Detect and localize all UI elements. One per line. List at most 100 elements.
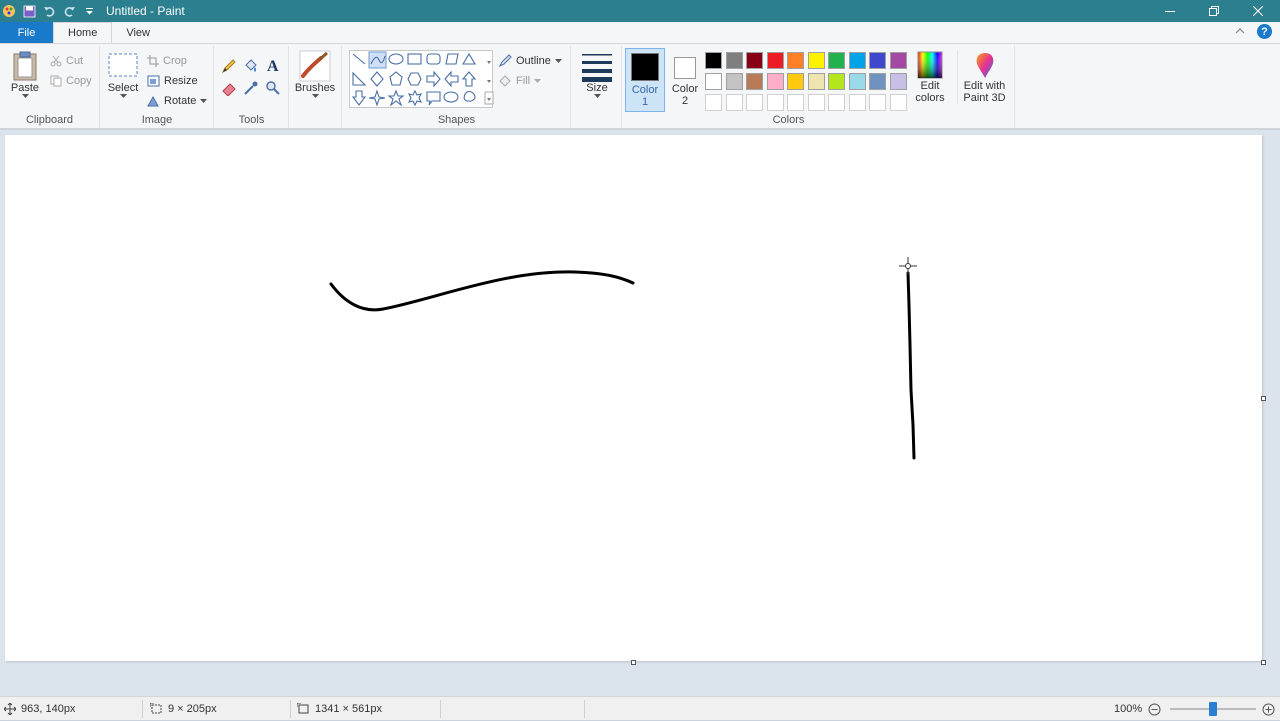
custom-color-slot[interactable] <box>848 94 866 111</box>
resize-button[interactable]: Resize <box>147 72 198 90</box>
four-point-star-shape-icon[interactable] <box>368 89 386 107</box>
outline-button[interactable]: Outline <box>498 52 562 70</box>
edit-colors-button[interactable]: Edit colors <box>913 50 947 104</box>
image-group-label: Image <box>141 114 173 126</box>
palette-color-swatch[interactable] <box>807 52 825 69</box>
left-arrow-shape-icon[interactable] <box>444 70 459 88</box>
rounded-rectangle-shape-icon[interactable] <box>426 53 441 65</box>
customize-qat-icon[interactable] <box>82 4 96 18</box>
restore-button[interactable] <box>1192 0 1236 22</box>
close-button[interactable] <box>1236 0 1280 22</box>
custom-color-slot[interactable] <box>889 94 907 111</box>
custom-color-slot[interactable] <box>766 94 784 111</box>
custom-color-slot[interactable] <box>869 94 886 111</box>
palette-color-swatch[interactable] <box>705 73 722 90</box>
magnifier-icon[interactable] <box>265 80 281 99</box>
palette-color-swatch[interactable] <box>807 73 825 90</box>
paint-app-icon[interactable] <box>2 4 16 18</box>
pencil-icon[interactable] <box>221 58 237 77</box>
color2-button[interactable]: Color 2 <box>667 48 703 112</box>
polygon-shape-icon[interactable] <box>445 53 459 65</box>
size-button[interactable]: Size <box>579 50 615 99</box>
palette-color-swatch[interactable] <box>828 52 845 69</box>
palette-color-swatch[interactable] <box>705 52 722 69</box>
brush-icon <box>299 50 331 82</box>
custom-color-slot[interactable] <box>807 94 825 111</box>
up-arrow-shape-icon[interactable] <box>461 71 477 87</box>
ribbon-tabs: File Home View ? <box>0 22 1280 43</box>
palette-color-swatch[interactable] <box>848 52 866 69</box>
redo-icon[interactable] <box>62 4 76 18</box>
select-label: Select <box>107 82 139 94</box>
help-icon[interactable]: ? <box>1257 24 1272 39</box>
palette-color-swatch[interactable] <box>746 52 763 69</box>
outline-label: Outline <box>516 55 551 67</box>
rotate-button[interactable]: Rotate <box>147 92 208 110</box>
diamond-shape-icon[interactable] <box>370 71 384 87</box>
hexagon-shape-icon[interactable] <box>407 72 422 86</box>
text-tool-icon[interactable]: A <box>265 57 281 76</box>
cut-button[interactable]: Cut <box>50 52 83 70</box>
custom-color-slot[interactable] <box>725 94 743 111</box>
right-arrow-shape-icon[interactable] <box>426 70 441 88</box>
zoom-slider-thumb[interactable] <box>1209 702 1217 716</box>
resize-handle-corner[interactable] <box>1261 660 1266 665</box>
line-shape-icon[interactable] <box>352 53 366 65</box>
palette-color-swatch[interactable] <box>766 73 784 90</box>
right-triangle-shape-icon[interactable] <box>352 71 367 86</box>
palette-color-swatch[interactable] <box>889 73 907 90</box>
tab-home[interactable]: Home <box>53 22 113 43</box>
oval-shape-icon[interactable] <box>388 53 404 65</box>
crop-icon <box>147 55 159 67</box>
oval-callout-shape-icon[interactable] <box>443 91 459 103</box>
fill-bucket-icon[interactable] <box>243 58 259 77</box>
select-button[interactable]: Select <box>107 52 139 99</box>
pentagon-shape-icon[interactable] <box>389 71 403 86</box>
rectangular-callout-shape-icon[interactable] <box>426 91 441 106</box>
five-point-star-shape-icon[interactable] <box>387 89 405 107</box>
palette-color-swatch[interactable] <box>746 73 763 90</box>
zoom-in-button[interactable] <box>1262 697 1275 721</box>
eraser-icon[interactable] <box>221 80 237 99</box>
resize-handle-bottom[interactable] <box>631 660 636 665</box>
tab-file[interactable]: File <box>0 22 53 43</box>
custom-color-slot[interactable] <box>828 94 845 111</box>
palette-color-swatch[interactable] <box>787 73 804 90</box>
palette-color-swatch[interactable] <box>787 52 804 69</box>
drawing-canvas[interactable] <box>5 135 1262 661</box>
color1-button[interactable]: Color 1 <box>625 48 665 112</box>
custom-color-slot[interactable] <box>787 94 804 111</box>
zoom-out-button[interactable] <box>1148 697 1161 721</box>
cloud-callout-shape-icon[interactable] <box>463 90 476 102</box>
crop-button[interactable]: Crop <box>147 52 187 70</box>
palette-color-swatch[interactable] <box>869 52 886 69</box>
palette-color-swatch[interactable] <box>848 73 866 90</box>
palette-color-swatch[interactable] <box>889 52 907 69</box>
color-picker-icon[interactable] <box>243 80 259 99</box>
minimize-ribbon-icon[interactable] <box>1235 26 1245 38</box>
save-icon[interactable] <box>22 4 36 18</box>
triangle-shape-icon[interactable] <box>462 52 476 65</box>
resize-handle-right[interactable] <box>1261 396 1266 401</box>
palette-color-swatch[interactable] <box>828 73 845 90</box>
zoom-slider[interactable] <box>1170 697 1256 721</box>
minimize-button[interactable] <box>1148 0 1192 22</box>
palette-color-swatch[interactable] <box>725 52 743 69</box>
canvas-workspace[interactable] <box>0 130 1280 696</box>
palette-color-swatch[interactable] <box>725 73 743 90</box>
paste-button[interactable]: Paste <box>8 50 42 99</box>
undo-icon[interactable] <box>42 4 56 18</box>
edit-paint3d-button[interactable]: Edit with Paint 3D <box>957 50 1011 104</box>
fill-button[interactable]: Fill <box>498 72 542 90</box>
custom-color-slot[interactable] <box>746 94 763 111</box>
copy-button[interactable]: Copy <box>50 72 92 90</box>
palette-color-swatch[interactable] <box>766 52 784 69</box>
palette-color-swatch[interactable] <box>869 73 886 90</box>
down-arrow-shape-icon[interactable] <box>351 90 367 106</box>
brushes-button[interactable]: Brushes <box>295 50 335 99</box>
six-point-star-shape-icon[interactable] <box>407 89 423 107</box>
tab-view[interactable]: View <box>112 22 164 43</box>
quick-access-toolbar <box>0 0 96 22</box>
custom-color-slot[interactable] <box>705 94 722 111</box>
rectangle-shape-icon[interactable] <box>407 53 422 65</box>
